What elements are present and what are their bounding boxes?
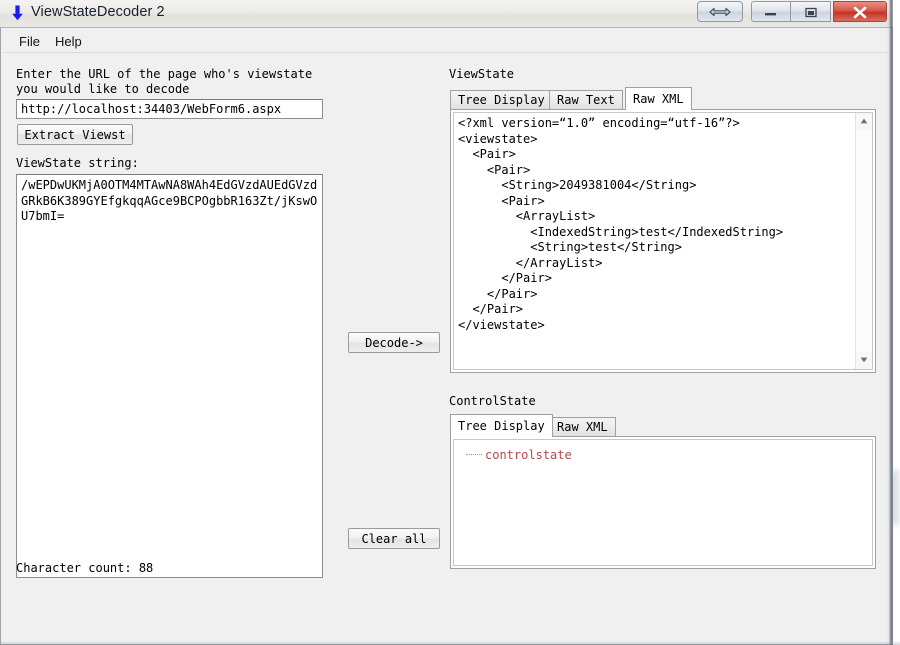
url-input[interactable] [16,99,323,119]
tree-item-controlstate[interactable]: controlstate [466,448,572,462]
application-window: ViewStateDecoder 2 File Help Enter the U… [0,0,900,645]
down-arrow-icon [9,4,26,22]
controlstate-scrollbar[interactable] [855,440,872,565]
scrollbar-track[interactable] [856,130,872,352]
viewstate-string-textarea[interactable] [16,174,323,578]
minimize-button[interactable] [751,1,791,22]
tree-connector-icon [466,454,482,455]
scroll-up-icon[interactable] [856,113,872,130]
menu-item-help[interactable]: Help [49,33,88,50]
window-title: ViewStateDecoder 2 [31,4,165,20]
character-count-label: Character count: 88 [16,561,154,575]
viewstate-raw-xml-body: <?xml version=“1.0” encoding=“utf-16”?> … [453,112,873,370]
controlstate-tree-panel: controlstate [450,436,876,569]
controlstate-tree-body: controlstate [453,439,873,566]
tab-controlstate-raw-xml[interactable]: Raw XML [549,417,616,436]
extract-viewstate-button[interactable]: Extract Viewst [17,124,133,145]
client-inner: File Help Enter the URL of the page who'… [3,30,888,642]
viewstate-xml-scrollbar[interactable] [855,113,872,369]
controlstate-tabstrip: Tree Display Raw XML [450,414,876,437]
viewstate-raw-xml-panel: <?xml version=“1.0” encoding=“utf-16”?> … [450,109,876,373]
clear-all-button[interactable]: Clear all [348,528,440,549]
menu-item-file[interactable]: File [13,33,46,50]
tab-viewstate-tree-display[interactable]: Tree Display [450,90,553,109]
scroll-down-icon[interactable] [856,352,872,369]
maximize-button[interactable] [791,1,831,22]
tab-controlstate-tree-display[interactable]: Tree Display [450,414,553,437]
close-button[interactable] [833,1,887,22]
title-bar: ViewStateDecoder 2 [0,0,893,27]
viewstate-string-label: ViewState string: [16,156,139,170]
tab-viewstate-raw-xml[interactable]: Raw XML [625,87,692,110]
window-bottom-edge [0,641,900,645]
tree-item-label: controlstate [485,448,572,462]
menu-bar: File Help [3,30,888,53]
window-client-area: File Help Enter the URL of the page who'… [0,27,893,645]
decode-button[interactable]: Decode-> [348,332,440,353]
viewstate-raw-xml-text: <?xml version=“1.0” encoding=“utf-16”?> … [458,116,784,332]
window-right-edge [886,0,893,645]
scrollbar-track[interactable] [855,440,872,565]
desktop-background: ViewStateDecoder 2 File Help Enter the U… [0,0,900,645]
viewstate-panel-heading: ViewState [449,67,515,81]
resize-window-button[interactable] [697,1,743,22]
tab-viewstate-raw-text[interactable]: Raw Text [549,90,623,109]
url-prompt-line1: Enter the URL of the page who's viewstat… [16,67,313,81]
controlstate-panel-heading: ControlState [449,394,536,408]
url-prompt-line2: you would like to decode [16,82,190,96]
viewstate-tabstrip: Tree Display Raw Text Raw XML [450,87,876,110]
